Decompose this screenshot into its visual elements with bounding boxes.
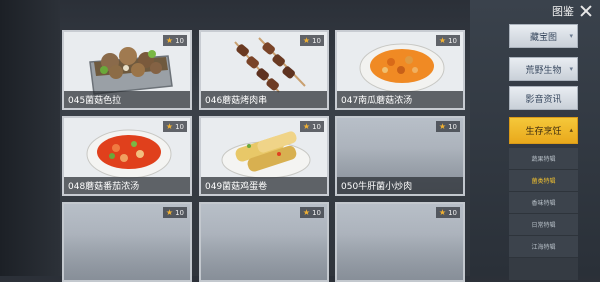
menu-item-label: 荒野生物	[525, 65, 562, 76]
submenu-item-label: 江海特辑	[531, 244, 556, 251]
submenu-item-fruit-veg[interactable]: 蔬果特辑	[509, 148, 578, 170]
recipe-card-locked[interactable]: ★ 10	[335, 202, 465, 282]
recipe-card[interactable]: ★ 10 048蘑菇番茄浓汤	[62, 116, 192, 196]
star-level-badge: ★ 10	[435, 35, 460, 46]
card-label-bar: 050牛肝菌小炒肉	[337, 177, 463, 194]
recipe-card-locked[interactable]: ★ 10	[199, 202, 329, 282]
submenu-item-label: 蔬果特辑	[531, 156, 556, 163]
pumpkin-soup-image	[359, 43, 445, 93]
star-level-badge: ★ 10	[299, 121, 324, 132]
recipe-card[interactable]: ★ 10 045菌菇色拉	[62, 30, 192, 110]
card-label-bar: 049菌菇鸡蛋卷	[201, 177, 327, 194]
menu-item-label: 藏宝图	[529, 32, 557, 43]
card-label-bar: 047南瓜蘑菇浓汤	[337, 91, 463, 108]
top-bar: 图鉴	[500, 0, 600, 22]
star-icon: ★	[302, 207, 311, 217]
submenu-item-daily[interactable]: 日常特辑	[509, 214, 578, 236]
recipe-card-locked[interactable]: ★ 10	[62, 202, 192, 282]
recipe-card-locked[interactable]: ★ 10 050牛肝菌小炒肉	[335, 116, 465, 196]
placeholder-landscape	[201, 234, 327, 280]
level-number: 10	[175, 208, 184, 217]
egg-roll-image	[221, 131, 311, 179]
submenu-item-label: 日常特辑	[531, 222, 556, 229]
placeholder-landscape	[337, 234, 463, 280]
menu-item-wildlife[interactable]: 荒野生物 ▾	[509, 57, 578, 81]
chevron-down-icon: ▾	[569, 65, 573, 73]
star-level-badge: ★ 10	[299, 35, 324, 46]
recipe-name: 046蘑菇烤肉串	[205, 96, 268, 106]
star-icon: ★	[438, 35, 447, 45]
star-level-badge: ★ 10	[162, 35, 187, 46]
submenu-item-label: 香味特辑	[531, 200, 556, 207]
cooking-submenu: 蔬果特辑 菌类特辑 香味特辑 日常特辑 江海特辑	[509, 148, 578, 280]
mushroom-salad-image	[89, 47, 173, 95]
menu-item-media[interactable]: 影音资讯	[509, 86, 578, 110]
tomato-soup-image	[86, 129, 172, 179]
level-number: 10	[312, 208, 321, 217]
left-backdrop	[0, 0, 60, 276]
recipe-name: 050牛肝菌小炒肉	[341, 182, 413, 192]
star-icon: ★	[165, 207, 174, 217]
menu-item-treasure-map[interactable]: 藏宝图 ▾	[509, 24, 578, 48]
submenu-item-river-sea[interactable]: 江海特辑	[509, 236, 578, 258]
card-label-bar: 046蘑菇烤肉串	[201, 91, 327, 108]
level-number: 10	[312, 36, 321, 45]
chevron-up-icon: ▴	[569, 126, 573, 134]
level-number: 10	[448, 36, 457, 45]
card-label-bar: 045菌菇色拉	[64, 91, 190, 108]
recipe-card[interactable]: ★ 10 046蘑菇烤肉串	[199, 30, 329, 110]
recipe-card[interactable]: ★ 10 049菌菇鸡蛋卷	[199, 116, 329, 196]
close-icon[interactable]	[580, 5, 592, 17]
placeholder-landscape	[64, 234, 190, 280]
star-level-badge: ★ 10	[299, 207, 324, 218]
star-level-badge: ★ 10	[435, 207, 460, 218]
level-number: 10	[312, 122, 321, 131]
recipe-grid: ★ 10 045菌菇色拉 ★ 10 046蘑菇烤肉串 ★ 10 047南瓜蘑菇浓…	[62, 30, 466, 282]
recipe-name: 048蘑菇番茄浓汤	[68, 182, 140, 192]
level-number: 10	[175, 122, 184, 131]
star-icon: ★	[302, 121, 311, 131]
level-number: 10	[175, 36, 184, 45]
recipe-name: 045菌菇色拉	[68, 96, 122, 106]
recipe-name: 047南瓜蘑菇浓汤	[341, 96, 413, 106]
level-number: 10	[448, 208, 457, 217]
page-title: 图鉴	[552, 5, 574, 18]
menu-item-cooking[interactable]: 生存烹饪 ▴	[509, 117, 578, 144]
star-level-badge: ★ 10	[162, 121, 187, 132]
star-icon: ★	[302, 35, 311, 45]
star-level-badge: ★ 10	[162, 207, 187, 218]
menu-item-label: 影音资讯	[525, 94, 562, 105]
star-icon: ★	[438, 121, 447, 131]
card-label-bar: 048蘑菇番茄浓汤	[64, 177, 190, 194]
recipe-card[interactable]: ★ 10 047南瓜蘑菇浓汤	[335, 30, 465, 110]
chevron-down-icon: ▾	[569, 32, 573, 40]
mushroom-skewer-image	[234, 37, 306, 93]
star-icon: ★	[165, 35, 174, 45]
menu-item-label: 生存烹饪	[525, 127, 562, 137]
submenu-item-label: 菌类特辑	[531, 178, 556, 185]
recipe-name: 049菌菇鸡蛋卷	[205, 182, 268, 192]
star-icon: ★	[438, 207, 447, 217]
submenu-item-aroma[interactable]: 香味特辑	[509, 192, 578, 214]
level-number: 10	[448, 122, 457, 131]
star-icon: ★	[165, 121, 174, 131]
star-level-badge: ★ 10	[435, 121, 460, 132]
submenu-item-fungi[interactable]: 菌类特辑	[509, 170, 578, 192]
